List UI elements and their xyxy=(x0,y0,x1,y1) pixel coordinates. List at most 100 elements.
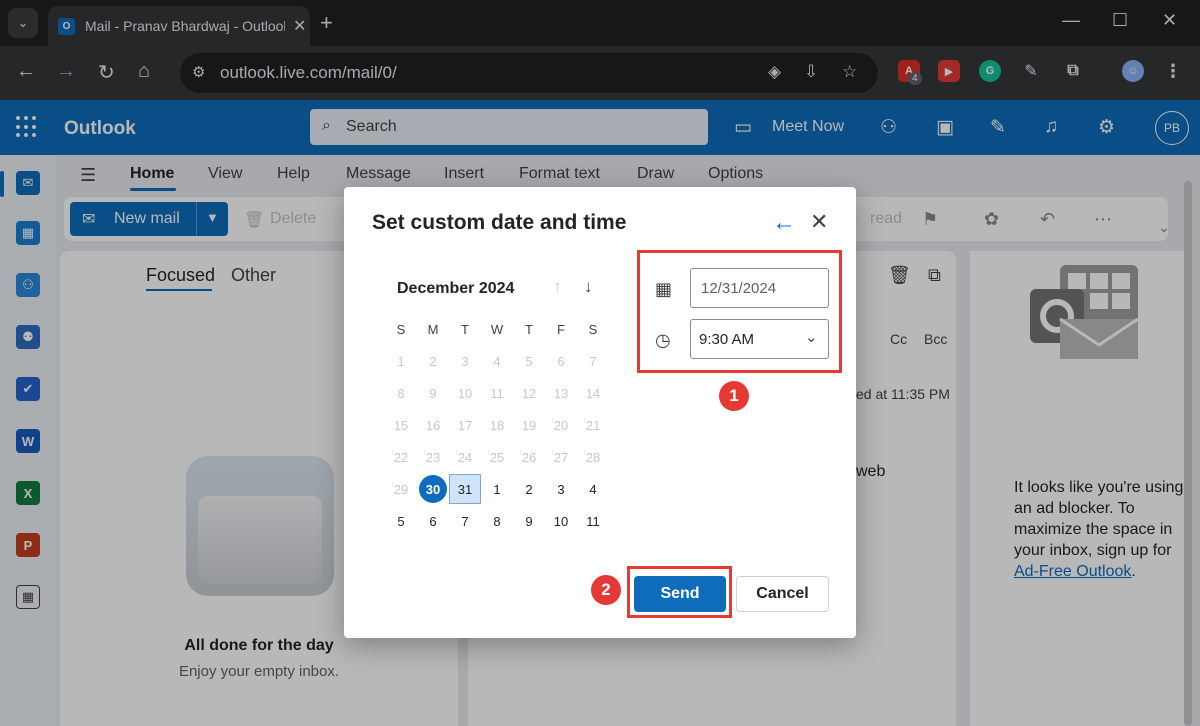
calendar-day[interactable]: 5 xyxy=(385,505,417,537)
calendar-day-label: 1 xyxy=(493,481,501,497)
calendar-grid: S M T W T F S 1 2 3 4 5 6 7 8 9 10 11 12 13 14 15 16 17 1… xyxy=(385,313,609,537)
close-icon[interactable]: ✕ xyxy=(810,209,828,235)
calendar-day-label: 8 xyxy=(397,385,405,401)
calendar-day-label: 12 xyxy=(521,385,537,401)
callout-number-1: 1 xyxy=(719,381,749,411)
calendar-day-label: 7 xyxy=(461,513,469,529)
calendar-day-label: 2 xyxy=(429,353,437,369)
calendar-day[interactable]: 3 xyxy=(545,473,577,505)
calendar-day[interactable]: 15 xyxy=(385,409,417,441)
calendar-day[interactable]: 23 xyxy=(417,441,449,473)
calendar-day-label: 16 xyxy=(425,417,441,433)
calendar-day[interactable]: 22 xyxy=(385,441,417,473)
previous-month-arrow-icon[interactable]: ↑ xyxy=(553,277,562,297)
calendar-week-row: 22 23 24 25 26 27 28 xyxy=(385,441,609,473)
calendar-day[interactable]: 14 xyxy=(577,377,609,409)
calendar-day-label: 1 xyxy=(397,353,405,369)
calendar-day[interactable]: 9 xyxy=(513,505,545,537)
calendar-day[interactable]: 12 xyxy=(513,377,545,409)
weekday-label: S xyxy=(588,321,598,337)
calendar-day-label: 3 xyxy=(461,353,469,369)
calendar-day-label: 30 xyxy=(419,475,447,503)
calendar-day[interactable]: 8 xyxy=(481,505,513,537)
calendar-day[interactable]: 8 xyxy=(385,377,417,409)
next-month-arrow-icon[interactable]: ↓ xyxy=(584,277,593,297)
calendar-day-label: 11 xyxy=(490,385,504,401)
calendar-day[interactable]: 11 xyxy=(481,377,513,409)
calendar-day[interactable]: 17 xyxy=(449,409,481,441)
calendar-day[interactable]: 26 xyxy=(513,441,545,473)
calendar-day[interactable]: 16 xyxy=(417,409,449,441)
calendar-day-label: 13 xyxy=(553,385,569,401)
back-arrow-icon[interactable]: ← xyxy=(772,209,796,237)
calendar-day[interactable]: 3 xyxy=(449,345,481,377)
calendar-week-row: 15 16 17 18 19 20 21 xyxy=(385,409,609,441)
calendar-day-label: 18 xyxy=(489,417,505,433)
calendar-week-row: 29 30 31 1 2 3 4 xyxy=(385,473,609,505)
calendar-day[interactable]: 11 xyxy=(577,505,609,537)
calendar-day-label: 28 xyxy=(585,449,601,465)
calendar-day[interactable]: 4 xyxy=(481,345,513,377)
weekday-label: W xyxy=(490,321,504,337)
calendar-day-label: 17 xyxy=(457,417,473,433)
calendar-day[interactable]: 7 xyxy=(577,345,609,377)
callout-number-2: 2 xyxy=(591,575,621,605)
calendar-day-label: 24 xyxy=(457,449,473,465)
calendar-day[interactable]: 29 xyxy=(385,473,417,505)
calendar-day[interactable]: 13 xyxy=(545,377,577,409)
calendar-day-label: 5 xyxy=(525,353,533,369)
calendar-week-row: 5 6 7 8 9 10 11 xyxy=(385,505,609,537)
calendar-weeks: 1 2 3 4 5 6 7 8 9 10 11 12 13 14 15 16 17 18 19 20 21 22 23 24 2… xyxy=(385,345,609,537)
calendar-day-label: 20 xyxy=(553,417,569,433)
calendar-day-label: 7 xyxy=(589,353,597,369)
calendar-day-today[interactable]: 30 xyxy=(417,473,449,505)
calendar-week-row: 8 9 10 11 12 13 14 xyxy=(385,377,609,409)
calendar-day[interactable]: 6 xyxy=(417,505,449,537)
calendar-day[interactable]: 25 xyxy=(481,441,513,473)
calendar-day-label: 29 xyxy=(393,481,409,497)
calendar-day[interactable]: 5 xyxy=(513,345,545,377)
calendar-day[interactable]: 24 xyxy=(449,441,481,473)
callout-highlight-send xyxy=(627,566,732,618)
dialog-title: Set custom date and time xyxy=(372,211,627,234)
calendar-day-label: 23 xyxy=(425,449,441,465)
calendar-day[interactable]: 6 xyxy=(545,345,577,377)
weekday-label: M xyxy=(427,321,439,337)
calendar-day[interactable]: 20 xyxy=(545,409,577,441)
calendar-day[interactable]: 2 xyxy=(513,473,545,505)
calendar-day-label: 4 xyxy=(493,353,501,369)
calendar-day[interactable]: 18 xyxy=(481,409,513,441)
calendar-day-label: 15 xyxy=(393,417,409,433)
calendar-day[interactable]: 1 xyxy=(481,473,513,505)
calendar-day-label: 27 xyxy=(553,449,569,465)
calendar-day-label: 2 xyxy=(525,481,533,497)
calendar-day[interactable]: 10 xyxy=(545,505,577,537)
calendar-day[interactable]: 2 xyxy=(417,345,449,377)
calendar-day[interactable]: 4 xyxy=(577,473,609,505)
weekday-label: F xyxy=(557,321,565,337)
calendar-day-label: 5 xyxy=(397,513,405,529)
weekday-header: S M T W T F S xyxy=(385,313,609,345)
calendar-day-label: 9 xyxy=(525,513,533,529)
calendar-day-selected[interactable]: 31 xyxy=(449,473,481,505)
weekday-label: T xyxy=(525,321,533,337)
calendar-day-label: 3 xyxy=(557,481,565,497)
callout-highlight-date-time xyxy=(637,250,842,373)
calendar-day[interactable]: 7 xyxy=(449,505,481,537)
calendar-day-label: 14 xyxy=(585,385,601,401)
calendar-day-label: 10 xyxy=(457,385,473,401)
calendar-day[interactable]: 9 xyxy=(417,377,449,409)
calendar-day[interactable]: 21 xyxy=(577,409,609,441)
calendar-week-row: 1 2 3 4 5 6 7 xyxy=(385,345,609,377)
calendar-day[interactable]: 1 xyxy=(385,345,417,377)
cancel-button[interactable]: Cancel xyxy=(736,576,829,612)
calendar-day-label: 25 xyxy=(489,449,505,465)
calendar-day-label: 11 xyxy=(586,513,600,529)
calendar-month-label: December 2024 xyxy=(397,280,515,297)
calendar-day[interactable]: 27 xyxy=(545,441,577,473)
calendar-day[interactable]: 28 xyxy=(577,441,609,473)
calendar-day-label: 26 xyxy=(521,449,537,465)
calendar-day[interactable]: 10 xyxy=(449,377,481,409)
calendar-day[interactable]: 19 xyxy=(513,409,545,441)
calendar-day-label: 10 xyxy=(553,513,569,529)
